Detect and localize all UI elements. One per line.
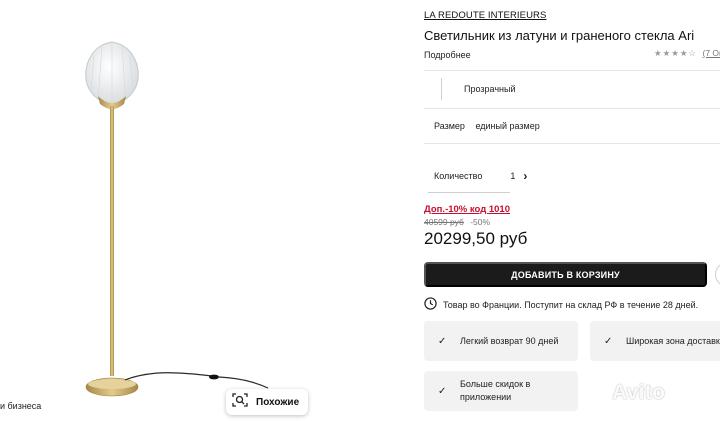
benefit-app-discounts[interactable]: ✓ Больше скидок в приложении [424,371,578,411]
quantity-label: Количество [434,171,483,181]
divider [424,143,720,144]
floor-lamp-illustration [85,41,269,397]
size-value: единый размер [475,121,540,131]
brand-link[interactable]: LA REDOUTE INTERIEURS [424,10,546,21]
benefit-easy-return: ✓ Легкий возврат 90 дней [424,321,578,361]
current-price: 20299,50 руб [424,229,528,248]
quantity-selector[interactable]: Количество 1 › [434,170,527,182]
benefit-label: Легкий возврат 90 дней [460,336,559,346]
similar-items-label: Похожие [256,396,300,408]
old-price: 40599 руб [424,217,464,227]
rating-count: (7 Оц [702,48,720,58]
product-rating[interactable]: ★★★★☆ (7 Оц [654,48,720,59]
divider [424,70,720,71]
add-to-cart-button[interactable]: ДОБАВИТЬ В КОРЗИНУ [424,262,707,287]
business-label: и бизнеса [0,401,42,411]
size-row[interactable]: Размер единый размер [434,121,540,131]
color-swatch-transparent[interactable] [438,78,446,100]
benefit-label: Больше скидок в приложении [460,379,531,402]
similar-items-button[interactable]: Похожие [226,389,308,415]
favorite-button[interactable] [715,262,720,287]
rating-stars-icon: ★★★★☆ [654,48,698,58]
clock-icon [424,297,437,312]
product-title: Светильник из латуни и граненого стекла … [424,28,695,43]
quantity-value: 1 [510,171,516,181]
quantity-underline [428,192,510,193]
benefit-wide-delivery: ✓ Широкая зона доставки [590,321,720,361]
promo-code-link[interactable]: Доп.-10% код 1010 [424,204,510,215]
check-icon: ✓ [438,385,447,397]
delivery-info: Товар во Франции. Поступит на склад РФ в… [424,297,698,312]
divider [424,108,720,109]
benefit-label: Широкая зона доставки [626,336,720,346]
chevron-right-icon[interactable]: › [523,170,527,182]
delivery-text: Товар во Франции. Поступит на склад РФ в… [443,299,699,310]
avito-watermark: Avito [612,381,666,404]
old-price-row: 40599 руб -50% [424,217,490,227]
check-icon: ✓ [604,335,613,347]
check-icon: ✓ [438,335,447,347]
discount-badge: -50% [470,217,491,227]
size-label: Размер [434,121,465,131]
visual-search-icon [232,392,248,413]
color-name: Прозрачный [464,84,516,94]
product-info-panel: LA REDOUTE INTERIEURS Светильник из лату… [424,0,720,421]
product-gallery: и бизнеса Похожие [0,0,410,421]
details-link[interactable]: Подробнее [424,50,471,60]
